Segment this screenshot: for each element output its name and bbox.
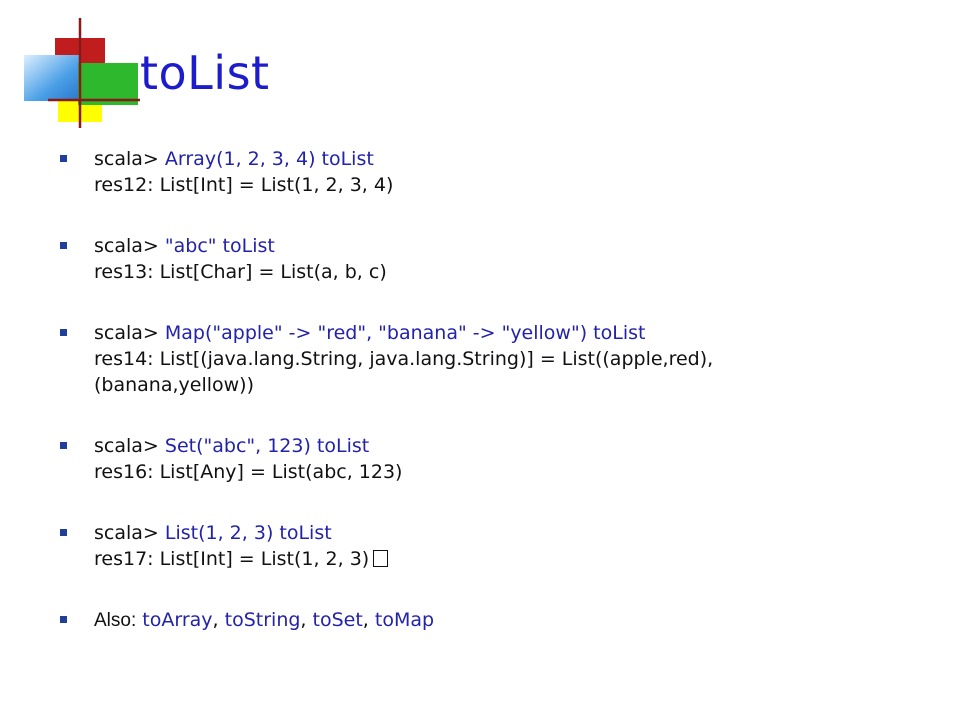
command-line: scala> Map("apple" -> "red", "banana" ->…: [94, 320, 938, 346]
method-name: toSet: [312, 609, 363, 631]
bullet-item-array-tolist: scala> Array(1, 2, 3, 4) toList res12: L…: [58, 146, 938, 198]
result-line: res16: List[Any] = List(abc, 123): [94, 461, 403, 483]
repl-command: Set("abc", 123) toList: [164, 435, 370, 457]
colored-squares-logo-icon: [24, 18, 140, 128]
separator: ,: [212, 609, 225, 631]
also-label: Also:: [94, 610, 137, 631]
repl-prompt: scala>: [94, 235, 159, 257]
repl-prompt: scala>: [94, 322, 159, 344]
repl-prompt: scala>: [94, 148, 159, 170]
bullet-item-list-tolist: scala> List(1, 2, 3) toList res17: List[…: [58, 520, 938, 572]
square-bullet-icon: [60, 329, 67, 336]
repl-command: Map("apple" -> "red", "banana" -> "yello…: [164, 322, 646, 344]
command-line: scala> Array(1, 2, 3, 4) toList: [94, 146, 938, 172]
repl-prompt: scala>: [94, 435, 159, 457]
bullet-item-string-tolist: scala> "abc" toList res13: List[Char] = …: [58, 233, 938, 285]
result-line: res13: List[Char] = List(a, b, c): [94, 261, 387, 283]
square-bullet-icon: [60, 442, 67, 449]
result-line: res17: List[Int] = List(1, 2, 3): [94, 546, 938, 572]
result-text: res17: List[Int] = List(1, 2, 3): [94, 548, 370, 570]
also-line: Also: toArray, toString, toSet, toMap: [94, 607, 938, 634]
method-name: toString: [224, 609, 301, 631]
command-line: scala> "abc" toList: [94, 233, 938, 259]
square-bullet-icon: [60, 616, 67, 623]
bullet-item-also: Also: toArray, toString, toSet, toMap: [58, 607, 938, 634]
method-name: toArray: [142, 609, 213, 631]
bullet-item-map-tolist: scala> Map("apple" -> "red", "banana" ->…: [58, 320, 938, 398]
repl-command: Array(1, 2, 3, 4) toList: [164, 148, 374, 170]
method-name: toMap: [374, 609, 435, 631]
separator: ,: [300, 609, 313, 631]
result-line: res12: List[Int] = List(1, 2, 3, 4): [94, 174, 394, 196]
result-line-continued: (banana,yellow)): [94, 374, 255, 396]
slide-title: toList: [140, 46, 270, 100]
box-glyph-icon: [373, 550, 389, 567]
square-bullet-icon: [60, 155, 67, 162]
command-line: scala> Set("abc", 123) toList: [94, 433, 938, 459]
repl-command: "abc" toList: [164, 235, 275, 257]
command-line: scala> List(1, 2, 3) toList: [94, 520, 938, 546]
bullet-list: scala> Array(1, 2, 3, 4) toList res12: L…: [58, 146, 938, 634]
result-line: res14: List[(java.lang.String, java.lang…: [94, 348, 714, 370]
square-bullet-icon: [60, 242, 67, 249]
bullet-item-set-tolist: scala> Set("abc", 123) toList res16: Lis…: [58, 433, 938, 485]
square-bullet-icon: [60, 529, 67, 536]
repl-command: List(1, 2, 3) toList: [164, 522, 332, 544]
repl-prompt: scala>: [94, 522, 159, 544]
separator: ,: [362, 609, 375, 631]
